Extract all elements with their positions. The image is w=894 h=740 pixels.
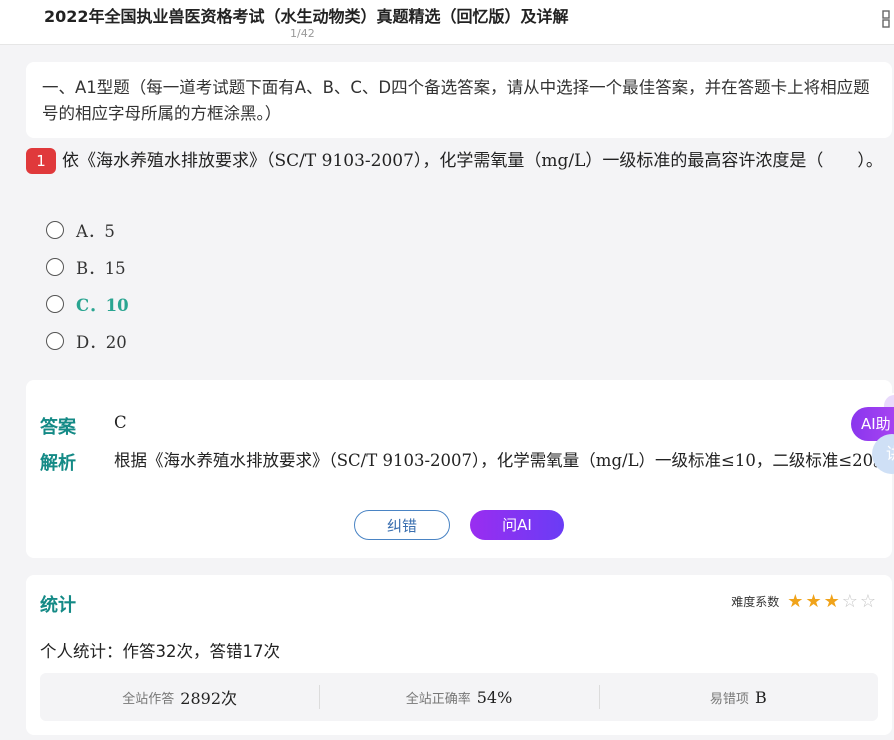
site-attempts-value: 2892次 bbox=[180, 689, 238, 708]
top-header: 2022年全国执业兽医资格考试（水生动物类）真题精选（回忆版）及详解 1/42 bbox=[0, 0, 894, 45]
section-description-card: 一、A1型题（每一道考试题下面有A、B、C、D四个备选答案，请从中选择一个最佳答… bbox=[26, 62, 892, 138]
option-label: C．10 bbox=[76, 296, 129, 315]
star-filled-icon: ★ bbox=[787, 591, 806, 612]
statistics-card: 统计 难度系数 ★★★☆☆ 个人统计：作答32次，答错17次 全站作答 2892… bbox=[26, 575, 892, 735]
option-d[interactable]: D．20 bbox=[46, 329, 127, 353]
answer-value: C bbox=[114, 413, 127, 432]
stats-title: 统计 bbox=[40, 595, 76, 616]
question-number-badge: 1 bbox=[26, 148, 56, 174]
star-filled-icon: ★ bbox=[823, 591, 842, 612]
exam-title: 2022年全国执业兽医资格考试（水生动物类）真题精选（回忆版）及详解 bbox=[44, 7, 569, 26]
answer-label: 答案 bbox=[40, 417, 76, 438]
option-a[interactable]: A．5 bbox=[46, 218, 115, 242]
site-attempts: 全站作答 2892次 bbox=[40, 673, 319, 721]
answer-card: 答案 C 解析 根据《海水养殖水排放要求》（SC/T 9103-2007），化学… bbox=[26, 380, 892, 558]
page-indicator: 1/42 bbox=[290, 27, 315, 40]
option-label: A．5 bbox=[76, 222, 115, 241]
common-wrong-value: B bbox=[754, 687, 767, 707]
difficulty-rating: 难度系数 ★★★☆☆ bbox=[731, 591, 878, 612]
site-accuracy: 全站正确率 54% bbox=[319, 673, 598, 721]
analysis-text: 根据《海水养殖水排放要求》（SC/T 9103-2007），化学需氧量（mg/L… bbox=[114, 451, 890, 470]
common-wrong-option: 易错项 B bbox=[598, 673, 878, 721]
option-label: B．15 bbox=[76, 259, 126, 278]
section-description: 一、A1型题（每一道考试题下面有A、B、C、D四个备选答案，请从中选择一个最佳答… bbox=[42, 78, 870, 123]
common-wrong-label: 易错项 bbox=[709, 691, 749, 707]
site-accuracy-value: 54% bbox=[476, 687, 513, 707]
star-empty-icon: ☆ bbox=[859, 591, 878, 612]
site-accuracy-label: 全站正确率 bbox=[405, 691, 471, 707]
star-rating: ★★★☆☆ bbox=[787, 591, 878, 612]
question-text: 依《海水养殖水排放要求》（SC/T 9103-2007），化学需氧量（mg/L）… bbox=[62, 151, 883, 171]
radio-button[interactable] bbox=[46, 332, 64, 350]
option-b[interactable]: B．15 bbox=[46, 255, 126, 279]
personal-stats: 个人统计：作答32次，答错17次 bbox=[40, 642, 280, 661]
radio-button[interactable] bbox=[46, 295, 64, 313]
option-c[interactable]: C．10 bbox=[46, 292, 129, 316]
site-stats-bar: 全站作答 2892次 全站正确率 54% 易错项 B bbox=[40, 673, 878, 721]
star-filled-icon: ★ bbox=[805, 591, 824, 612]
difficulty-label: 难度系数 bbox=[731, 595, 780, 609]
site-attempts-label: 全站作答 bbox=[122, 691, 175, 707]
analysis-label: 解析 bbox=[40, 453, 76, 474]
option-label: D．20 bbox=[76, 333, 127, 352]
radio-button[interactable] bbox=[46, 221, 64, 239]
ask-ai-button[interactable]: 问AI bbox=[470, 510, 564, 540]
report-error-button[interactable]: 纠错 bbox=[354, 510, 450, 540]
radio-button[interactable] bbox=[46, 258, 64, 276]
star-empty-icon: ☆ bbox=[841, 591, 860, 612]
layout-icon[interactable] bbox=[882, 10, 894, 28]
